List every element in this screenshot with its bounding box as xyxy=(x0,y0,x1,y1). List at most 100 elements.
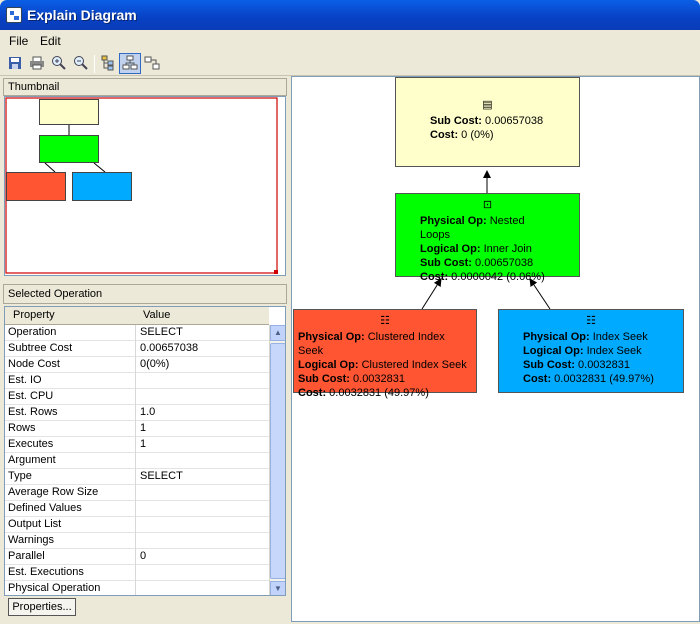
table-row[interactable]: Defined Values xyxy=(5,501,269,517)
table-row[interactable]: Operation SELECT xyxy=(5,325,269,341)
table-row[interactable]: Executes 1 xyxy=(5,437,269,453)
menu-edit[interactable]: Edit xyxy=(40,34,61,48)
logical-op-value: Index Seek xyxy=(586,345,642,357)
title-bar: Explain Diagram xyxy=(0,0,700,30)
table-row[interactable]: Argument xyxy=(5,453,269,469)
window-title: Explain Diagram xyxy=(27,7,137,23)
sub-cost-label: Sub Cost: xyxy=(523,359,575,371)
thumbnail-view[interactable] xyxy=(4,96,286,276)
layout-horizontal-icon[interactable] xyxy=(141,53,163,74)
diagram-canvas[interactable]: ▤ Sub Cost: 0.00657038 Cost: 0 (0%) ⊡ Ph… xyxy=(291,76,700,622)
cost-value: 0.0032831 (49.97%) xyxy=(554,373,654,385)
table-row[interactable]: Average Row Size xyxy=(5,485,269,501)
column-header-property[interactable]: Property xyxy=(13,309,55,321)
table-row[interactable]: Node Cost 0(0%) xyxy=(5,357,269,373)
properties-grid[interactable]: Property Value Operation SELECT Subtree Co… xyxy=(4,306,286,596)
properties-button[interactable]: Properties... xyxy=(8,598,76,616)
diagram-node-index-seek[interactable]: ☷ Physical Op: Index Seek Logical Op: In… xyxy=(498,309,684,393)
tree-icon[interactable] xyxy=(97,53,119,74)
logical-op-label: Logical Op: xyxy=(420,243,481,255)
zoom-out-icon[interactable] xyxy=(70,53,92,74)
property-name: Type xyxy=(5,469,136,485)
cost-value: 0.0032831 (49.97%) xyxy=(329,387,429,399)
menu-bar: File Edit xyxy=(0,30,700,52)
property-value[interactable] xyxy=(137,389,269,405)
property-value[interactable] xyxy=(137,517,269,533)
property-value[interactable] xyxy=(137,453,269,469)
physical-op-label: Physical Op: xyxy=(420,215,487,227)
result-icon: ▤ xyxy=(482,99,493,111)
cost-value: 0.0000042 (0.06%) xyxy=(451,271,545,283)
table-row[interactable]: Est. Executions xyxy=(5,565,269,581)
sub-cost-value: 0.0032831 xyxy=(578,359,631,371)
table-row[interactable]: Rows 1 xyxy=(5,421,269,437)
property-value[interactable]: 0 xyxy=(137,549,269,565)
thumbnail-node-index-seek xyxy=(72,172,132,201)
table-row[interactable]: Warnings xyxy=(5,533,269,549)
column-header-value[interactable]: Value xyxy=(143,309,170,321)
vertical-scrollbar[interactable]: ▲ ▼ xyxy=(269,325,285,595)
logical-op-value: Clustered Index Seek xyxy=(361,359,467,371)
property-name: Output List xyxy=(5,517,136,533)
property-name: Node Cost xyxy=(5,357,136,373)
property-name: Est. Rows xyxy=(5,405,136,421)
scroll-up-button[interactable]: ▲ xyxy=(270,325,285,341)
toolbar-separator xyxy=(94,55,95,73)
zoom-in-icon[interactable] xyxy=(48,53,70,74)
property-name: Est. Executions xyxy=(5,565,136,581)
sub-cost-value: 0.0032831 xyxy=(353,373,406,385)
physical-op-value: Index Seek xyxy=(592,331,648,343)
cost-value: 0 (0%) xyxy=(461,129,494,141)
sub-cost-label: Sub Cost: xyxy=(298,373,350,385)
property-value[interactable]: SELECT xyxy=(137,325,269,341)
property-value[interactable]: 0.00657038 xyxy=(137,341,269,357)
cost-label: Cost: xyxy=(430,129,459,141)
property-value[interactable]: 0(0%) xyxy=(137,357,269,373)
property-value[interactable] xyxy=(137,533,269,549)
diagram-node-nested-loops[interactable]: ⊡ Physical Op: Nested Loops Logical Op: … xyxy=(395,193,580,283)
property-value[interactable]: 1 xyxy=(137,421,269,437)
table-row[interactable]: Type SELECT xyxy=(5,469,269,485)
property-value[interactable] xyxy=(137,485,269,501)
table-row[interactable]: Parallel 0 xyxy=(5,549,269,565)
selected-operation-header: Selected Operation xyxy=(3,284,287,304)
table-row[interactable]: Est. Rows 1.0 xyxy=(5,405,269,421)
property-value[interactable] xyxy=(137,501,269,517)
property-value[interactable] xyxy=(137,565,269,581)
index-seek-icon: ☷ xyxy=(380,315,390,327)
table-row[interactable]: Output List xyxy=(5,517,269,533)
grid-header: Property Value xyxy=(5,307,269,325)
property-name: Argument xyxy=(5,453,136,469)
layout-vertical-icon[interactable] xyxy=(119,53,141,74)
logical-op-value: Inner Join xyxy=(483,243,532,255)
logical-op-label: Logical Op: xyxy=(523,345,584,357)
sub-cost-value: 0.00657038 xyxy=(475,257,534,269)
diagram-node-select[interactable]: ▤ Sub Cost: 0.00657038 Cost: 0 (0%) xyxy=(395,77,580,167)
print-icon[interactable] xyxy=(26,53,48,74)
toolbar xyxy=(0,52,700,76)
app-icon xyxy=(6,7,22,23)
property-value[interactable]: 1 xyxy=(137,437,269,453)
property-name: Est. IO xyxy=(5,373,136,389)
nested-loops-icon: ⊡ xyxy=(482,199,493,211)
cost-label: Cost: xyxy=(523,373,552,385)
diagram-node-clustered-index-seek[interactable]: ☷ Physical Op: Clustered Index Seek Logi… xyxy=(293,309,477,399)
property-value[interactable]: SELECT xyxy=(137,469,269,485)
property-value[interactable] xyxy=(137,373,269,389)
physical-op-label: Physical Op: xyxy=(298,331,365,343)
thumbnail-node-select xyxy=(39,99,99,125)
property-value[interactable] xyxy=(137,581,269,595)
property-value[interactable]: 1.0 xyxy=(137,405,269,421)
table-row[interactable]: Subtree Cost 0.00657038 xyxy=(5,341,269,357)
menu-file[interactable]: File xyxy=(9,34,28,48)
property-name: Executes xyxy=(5,437,136,453)
table-row[interactable]: Est. IO xyxy=(5,373,269,389)
logical-op-label: Logical Op: xyxy=(298,359,359,371)
scroll-down-button[interactable]: ▼ xyxy=(270,581,285,595)
table-row[interactable]: Physical Operation xyxy=(5,581,269,595)
save-icon[interactable] xyxy=(4,53,26,74)
scroll-thumb[interactable] xyxy=(270,343,285,579)
physical-op-label: Physical Op: xyxy=(523,331,590,343)
thumbnail-node-clustered-index-seek xyxy=(6,172,66,201)
table-row[interactable]: Est. CPU xyxy=(5,389,269,405)
